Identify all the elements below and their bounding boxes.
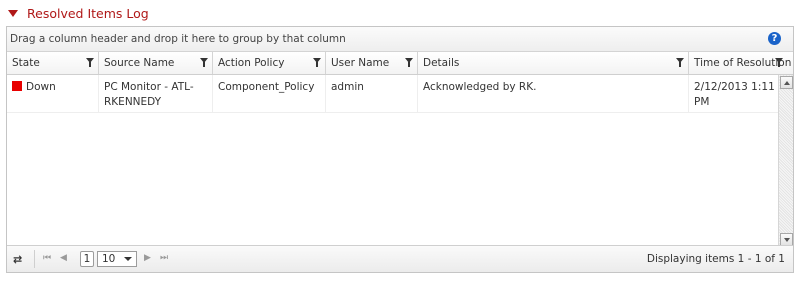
column-header-user-name[interactable]: User Name [326, 52, 418, 74]
column-header-label: State [12, 57, 40, 69]
filter-icon[interactable] [313, 58, 321, 67]
arrow-down-icon [783, 237, 790, 242]
section-title: Resolved Items Log [27, 5, 149, 21]
chevron-down-icon [124, 257, 132, 261]
column-header-label: Source Name [104, 57, 175, 69]
filter-icon[interactable] [86, 58, 94, 67]
prev-page-button[interactable]: ◀ [60, 253, 67, 263]
column-header-source-name[interactable]: Source Name [99, 52, 213, 74]
cell-details: Acknowledged by RK. [418, 75, 689, 113]
state-text: Down [26, 81, 56, 93]
filter-icon[interactable] [405, 58, 413, 67]
cell-time-of-resolution: 2/12/2013 1:11 PM [694, 81, 775, 108]
column-header-label: User Name [331, 57, 390, 69]
column-header-time-of-resolution[interactable]: Time of Resolution [689, 52, 795, 74]
column-header-state[interactable]: State [7, 52, 99, 74]
section-header[interactable]: Resolved Items Log [6, 5, 149, 21]
group-by-panel[interactable]: Drag a column header and drop it here to… [7, 27, 793, 52]
table-row[interactable]: Down PC Monitor - ATL-RKENNEDY Component… [7, 75, 780, 113]
grid-body: Down PC Monitor - ATL-RKENNEDY Component… [7, 75, 793, 247]
group-hint-text: Drag a column header and drop it here to… [10, 33, 346, 45]
page-size-select[interactable]: 10 [97, 251, 137, 267]
last-page-button[interactable]: ⏭ [160, 253, 168, 263]
scroll-up-button[interactable] [780, 76, 793, 89]
refresh-icon[interactable]: ⇄ [13, 253, 22, 266]
vertical-scrollbar[interactable] [778, 75, 793, 247]
page-size-value: 10 [102, 253, 116, 265]
help-icon[interactable]: ? [768, 32, 781, 45]
arrow-up-icon [783, 80, 790, 85]
pager-divider [34, 250, 35, 268]
filter-icon[interactable] [775, 58, 783, 67]
pager-status: Displaying items 1 - 1 of 1 [646, 253, 785, 265]
column-header-details[interactable]: Details [418, 52, 689, 74]
column-header-action-policy[interactable]: Action Policy [213, 52, 326, 74]
filter-icon[interactable] [676, 58, 684, 67]
cell-state: Down [7, 75, 99, 113]
column-header-label: Details [423, 57, 460, 69]
resolved-items-grid: Drag a column header and drop it here to… [6, 26, 794, 273]
cell-source-name: PC Monitor - ATL-RKENNEDY [99, 75, 213, 113]
cell-action-policy: Component_Policy [213, 75, 326, 113]
first-page-button[interactable]: ⏮ [43, 253, 51, 263]
cell-user-name: admin [326, 75, 418, 113]
collapse-arrow-icon[interactable] [8, 9, 18, 17]
pager: ⇄ ⏮ ◀ 1 10 ▶ ⏭ Displaying items 1 - 1 of… [7, 245, 793, 272]
column-header-label: Action Policy [218, 57, 285, 69]
column-header-row: State Source Name Action Policy User Nam… [7, 52, 793, 75]
current-page-button[interactable]: 1 [80, 251, 94, 267]
state-down-icon [12, 81, 22, 91]
filter-icon[interactable] [200, 58, 208, 67]
next-page-button[interactable]: ▶ [144, 253, 151, 263]
